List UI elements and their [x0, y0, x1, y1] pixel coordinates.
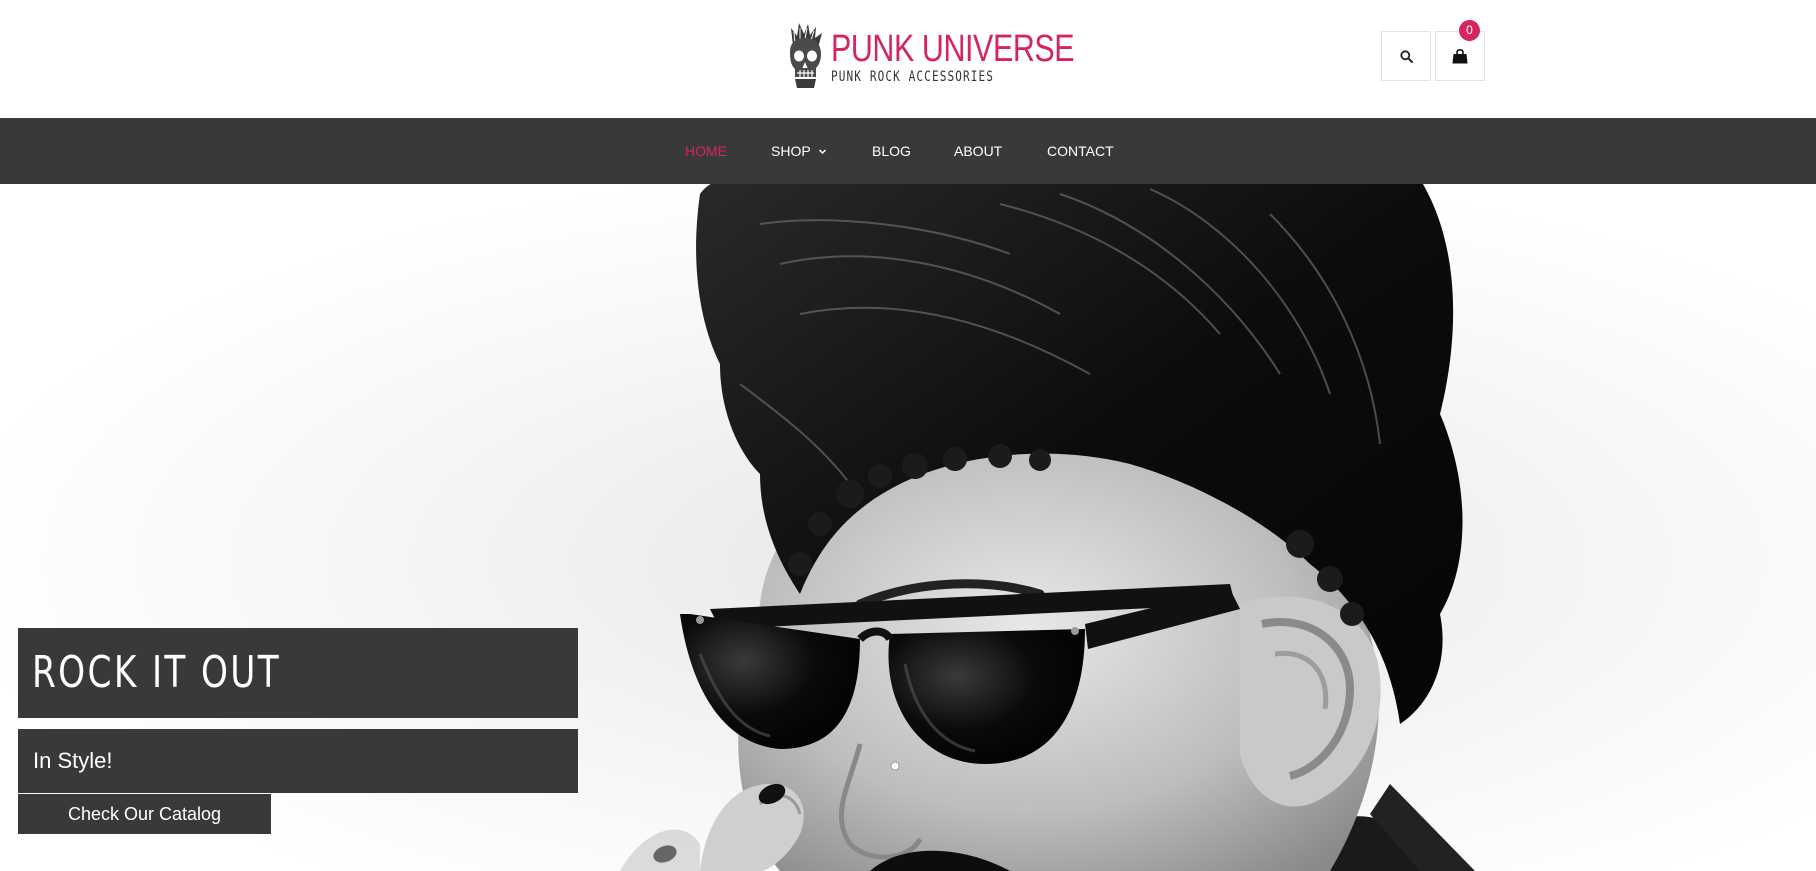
shopping-bag-icon: [1452, 48, 1468, 63]
site-logo[interactable]: PUNK UNIVERSE PUNK ROCK ACCESSORIES: [783, 22, 1075, 90]
search-icon: [1399, 49, 1413, 63]
nav-item-blog[interactable]: BLOG: [872, 118, 911, 184]
slide-title: ROCK IT OUT: [32, 647, 282, 698]
hero-slider: ROCK IT OUT In Style! Check Our Catalog: [0, 184, 1816, 871]
logo-title: PUNK UNIVERSE: [831, 27, 1075, 70]
nav-item-contact[interactable]: CONTACT: [1047, 118, 1114, 184]
nav-item-label: BLOG: [872, 143, 911, 159]
site-header: PUNK UNIVERSE PUNK ROCK ACCESSORIES 0: [0, 0, 1816, 118]
nav-item-label: SHOP: [771, 143, 811, 159]
slide-subtitle: In Style!: [33, 748, 113, 773]
nav-item-home[interactable]: HOME: [685, 118, 727, 184]
logo-subtitle: PUNK ROCK ACCESSORIES: [831, 68, 995, 85]
nav-item-label: CONTACT: [1047, 143, 1114, 159]
cart-count-badge: 0: [1459, 20, 1480, 41]
logo-wordmark: PUNK UNIVERSE PUNK ROCK ACCESSORIES: [831, 27, 1075, 85]
nav-item-label: HOME: [685, 143, 727, 159]
mohawk-skull-logo-icon: [790, 23, 822, 88]
search-button[interactable]: [1381, 31, 1431, 81]
chevron-down-icon: [818, 148, 826, 154]
main-nav: HOME SHOP BLOG ABOUT CONTACT: [0, 118, 1816, 184]
nav-item-label: ABOUT: [954, 143, 1003, 159]
cart-button[interactable]: [1435, 31, 1485, 81]
nav-item-shop[interactable]: SHOP: [771, 118, 827, 184]
check-catalog-button[interactable]: Check Our Catalog: [18, 794, 271, 834]
nav-item-about[interactable]: ABOUT: [954, 118, 1002, 184]
